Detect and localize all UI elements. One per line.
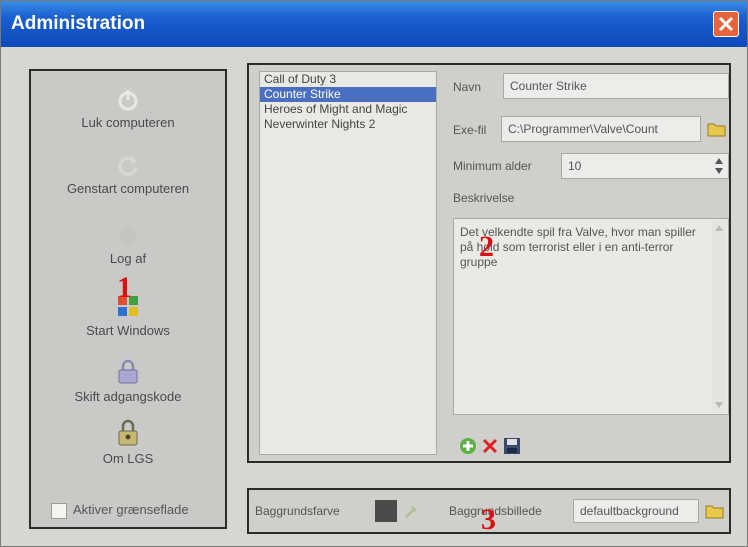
list-item[interactable]: Heroes of Might and Magic xyxy=(260,102,436,117)
marker-1: 1 xyxy=(117,271,132,304)
enable-interface-label: Aktiver grænseflade xyxy=(73,502,189,517)
bg-color-swatch[interactable] xyxy=(375,500,397,522)
logoff-button[interactable]: Log af xyxy=(31,225,225,266)
shutdown-button[interactable]: Luk computeren xyxy=(31,89,225,130)
about-lgs-button[interactable]: Om LGS xyxy=(31,419,225,466)
name-label: Navn xyxy=(453,80,482,94)
logoff-label: Log af xyxy=(109,251,147,266)
save-icon[interactable] xyxy=(503,437,521,455)
change-password-button[interactable]: Skift adgangskode xyxy=(31,359,225,404)
description-label: Beskrivelse xyxy=(453,191,515,205)
restart-label: Genstart computeren xyxy=(66,181,190,196)
about-lgs-label: Om LGS xyxy=(102,451,154,466)
browse-exe-folder-icon[interactable] xyxy=(707,121,727,137)
bg-image-field[interactable]: defaultbackground xyxy=(573,499,699,523)
color-picker-icon[interactable] xyxy=(403,502,421,520)
name-field[interactable]: Counter Strike xyxy=(503,73,729,99)
list-item[interactable]: Neverwinter Nights 2 xyxy=(260,117,436,132)
administration-window: Administration Luk computeren Genstart c… xyxy=(0,0,748,547)
close-button[interactable] xyxy=(713,11,739,37)
min-age-stepper[interactable]: 10 xyxy=(561,153,729,179)
add-icon[interactable] xyxy=(459,437,477,455)
change-password-label: Skift adgangskode xyxy=(74,389,182,404)
marker-2: 2 xyxy=(479,230,494,263)
power-icon xyxy=(118,90,138,111)
description-scrollbar[interactable] xyxy=(712,221,726,412)
exe-path-field[interactable]: C:\Programmer\Valve\Count xyxy=(501,116,701,142)
list-item[interactable]: Counter Strike xyxy=(260,87,436,102)
window-title: Administration xyxy=(11,13,146,34)
about-icon xyxy=(118,419,138,446)
min-age-label: Minimum alder xyxy=(453,159,532,173)
enable-interface-checkbox[interactable] xyxy=(51,503,67,519)
description-textarea[interactable]: Det velkendte spil fra Valve, hvor man s… xyxy=(453,218,729,415)
delete-icon[interactable] xyxy=(481,437,499,455)
game-list[interactable]: Call of Duty 3 Counter Strike Heroes of … xyxy=(259,71,437,455)
exe-label: Exe-fil xyxy=(453,123,487,137)
marker-3: 3 xyxy=(481,503,496,536)
description-text: Det velkendte spil fra Valve, hvor man s… xyxy=(460,225,696,269)
close-icon xyxy=(718,16,734,32)
padlock-icon xyxy=(118,359,138,384)
shutdown-label: Luk computeren xyxy=(81,115,175,130)
bg-color-label: Baggrundsfarve xyxy=(255,504,340,518)
list-item[interactable]: Call of Duty 3 xyxy=(260,72,436,87)
title-bar[interactable]: Administration xyxy=(1,1,747,47)
logoff-icon xyxy=(120,228,136,244)
browse-bg-folder-icon[interactable] xyxy=(705,503,725,519)
stepper-arrows-icon[interactable] xyxy=(714,157,724,175)
restart-button[interactable]: Genstart computeren xyxy=(31,155,225,196)
restart-icon xyxy=(118,156,138,176)
min-age-value: 10 xyxy=(568,159,582,173)
start-windows-label: Start Windows xyxy=(86,323,170,338)
